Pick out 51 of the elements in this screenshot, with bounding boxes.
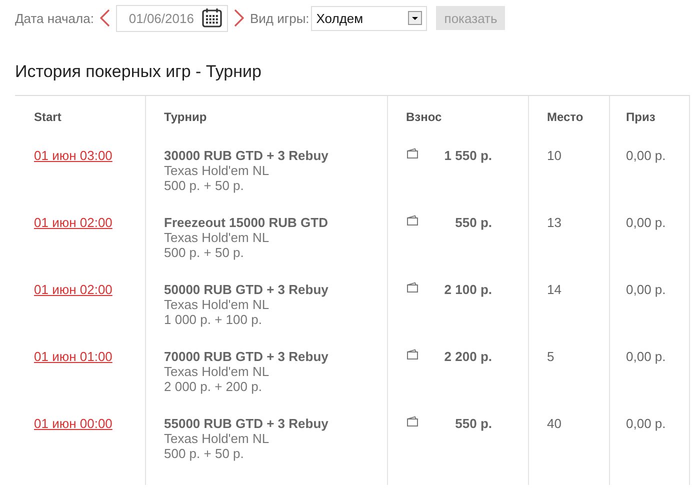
game-type-label: Вид игры: bbox=[250, 10, 310, 26]
date-label: Дата начала: bbox=[15, 10, 94, 26]
column-header: Место bbox=[546, 110, 584, 126]
buy-in-amount: 2 000 р. + 200 р. bbox=[164, 379, 263, 394]
start-time-link[interactable]: 01 июн 01:00 bbox=[34, 349, 112, 364]
tournament-name: 55000 RUB GTD + 3 Rebuy bbox=[164, 416, 330, 431]
prize-value: 0,00 р. bbox=[626, 148, 666, 163]
fee-amount: 1 550 р. bbox=[444, 148, 492, 163]
prize-value: 0,00 р. bbox=[626, 215, 666, 230]
start-time-link[interactable]: 01 июн 02:00 bbox=[34, 215, 112, 230]
calendar-icon[interactable] bbox=[202, 8, 222, 28]
game-type: Texas Hold'em NL bbox=[164, 297, 270, 312]
game-type: Texas Hold'em NL bbox=[164, 230, 270, 245]
fee-amount: 2 200 р. bbox=[444, 349, 492, 364]
game-type-select[interactable]: Холдем bbox=[311, 6, 428, 30]
fee-amount: 550 р. bbox=[455, 416, 492, 431]
wallet-icon bbox=[406, 215, 419, 226]
game-type: Texas Hold'em NL bbox=[164, 364, 270, 379]
wallet-icon bbox=[406, 349, 419, 360]
place-value: 13 bbox=[547, 215, 562, 230]
tournament-name: 50000 RUB GTD + 3 Rebuy bbox=[164, 282, 330, 297]
fee-amount: 2 100 р. bbox=[444, 282, 492, 297]
date-field[interactable]: 01/06/2016 bbox=[116, 4, 228, 32]
place-value: 5 bbox=[547, 349, 554, 364]
game-type: Texas Hold'em NL bbox=[164, 431, 270, 446]
buy-in-amount: 500 р. + 50 р. bbox=[164, 245, 245, 260]
place-value: 10 bbox=[547, 148, 562, 163]
prize-value: 0,00 р. bbox=[626, 282, 666, 297]
column-header: Start bbox=[33, 110, 62, 126]
start-time-link[interactable]: 01 июн 02:00 bbox=[34, 282, 112, 297]
column-header: Турнир bbox=[163, 110, 208, 126]
fee-amount: 550 р. bbox=[455, 215, 492, 230]
wallet-icon bbox=[406, 416, 419, 427]
place-value: 14 bbox=[547, 282, 562, 297]
start-time-link[interactable]: 01 июн 00:00 bbox=[34, 416, 112, 431]
column-header: Взнос bbox=[405, 110, 443, 126]
place-value: 40 bbox=[547, 416, 562, 431]
column-header: Приз bbox=[625, 110, 656, 126]
page-title: История покерных игр - Турнир bbox=[15, 62, 262, 83]
tournament-name: Freezeout 15000 RUB GTD bbox=[164, 215, 329, 230]
tournament-name: 30000 RUB GTD + 3 Rebuy bbox=[164, 148, 330, 163]
buy-in-amount: 1 000 р. + 100 р. bbox=[164, 312, 263, 327]
wallet-icon bbox=[406, 282, 419, 293]
prize-value: 0,00 р. bbox=[626, 416, 666, 431]
start-time-link[interactable]: 01 июн 03:00 bbox=[34, 148, 112, 163]
buy-in-amount: 500 р. + 50 р. bbox=[164, 446, 245, 461]
buy-in-amount: 500 р. + 50 р. bbox=[164, 178, 245, 193]
prize-value: 0,00 р. bbox=[626, 349, 666, 364]
wallet-icon bbox=[406, 148, 419, 159]
game-type: Texas Hold'em NL bbox=[164, 163, 270, 178]
tournament-name: 70000 RUB GTD + 3 Rebuy bbox=[164, 349, 330, 364]
